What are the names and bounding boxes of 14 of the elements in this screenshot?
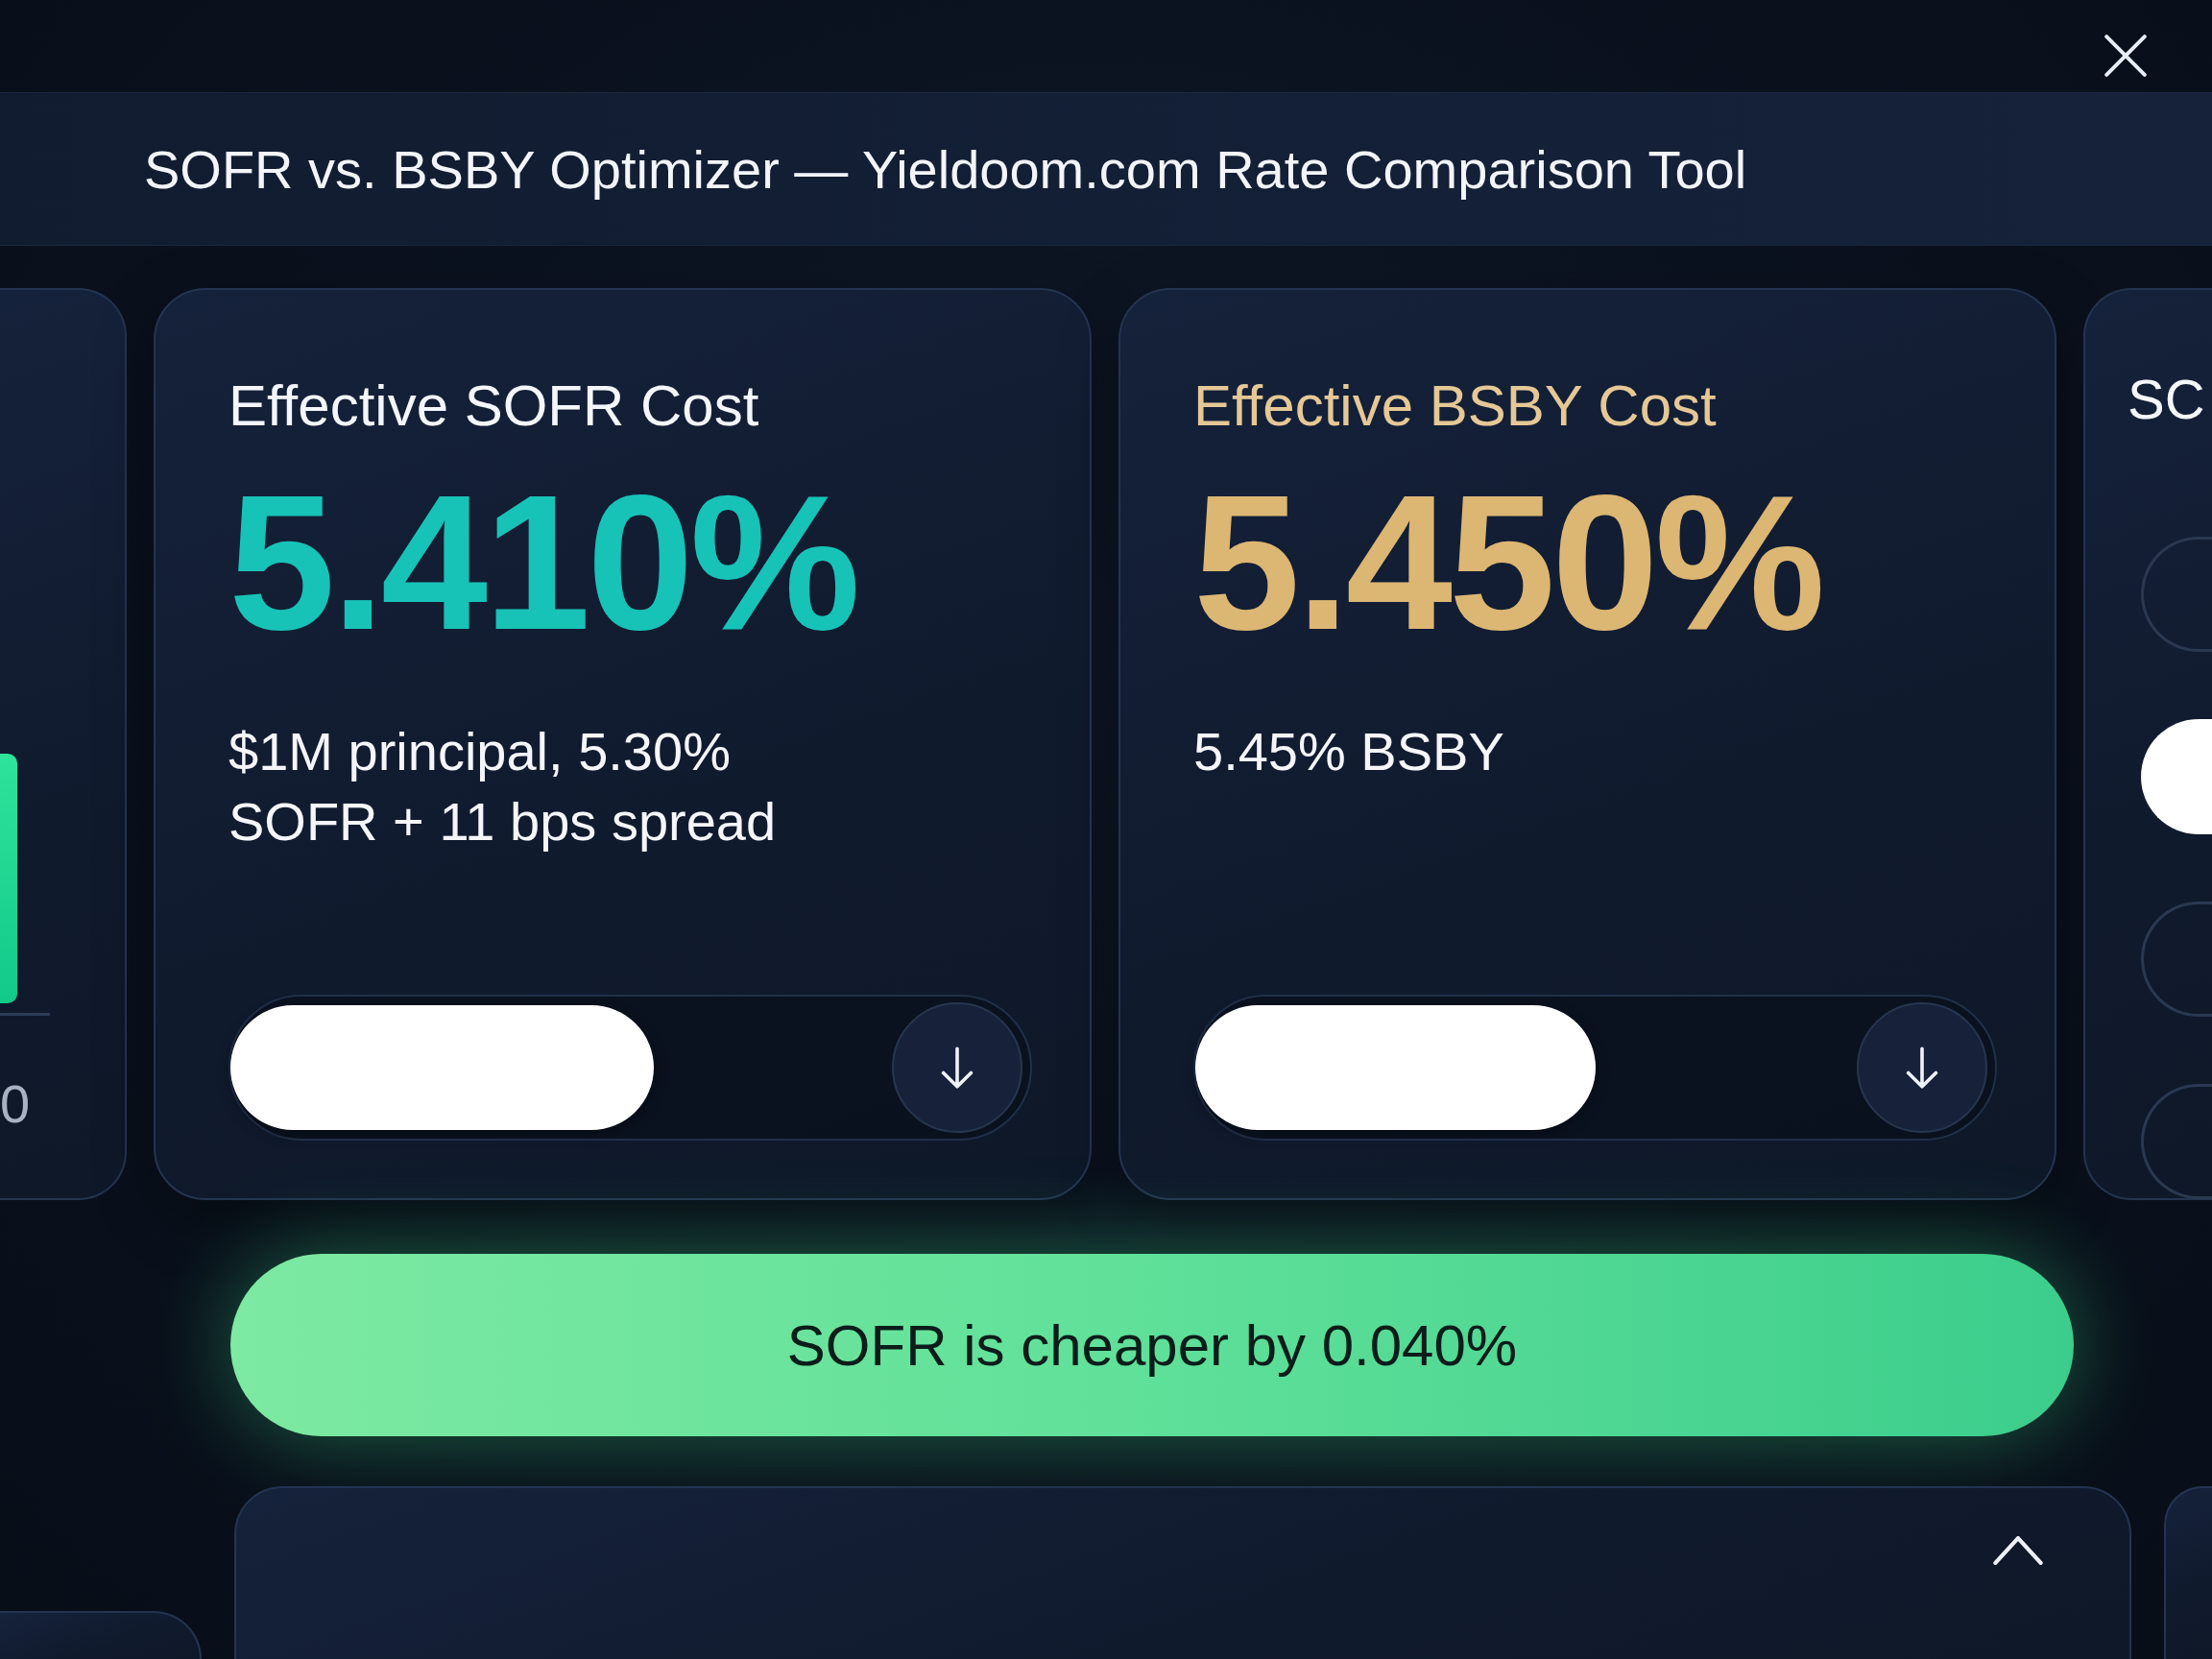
rate-value: 5.450%: [1193, 462, 1822, 663]
arrow-down-icon: [940, 1046, 974, 1089]
card-title: Effective BSBY Cost: [1193, 373, 1718, 439]
rate-description: $1M principal, 5.30% SOFR + 11 bps spread: [228, 720, 778, 854]
axis-label: 0: [0, 1077, 31, 1131]
result-banner: SOFR is cheaper by 0.040%: [230, 1254, 2074, 1436]
close-icon: [2104, 35, 2147, 77]
card-title: SC: [2128, 367, 2206, 431]
rate-description: 5.45% BSBY: [1193, 720, 1505, 783]
chevron-up-icon[interactable]: [1993, 1536, 2043, 1565]
window-title: SOFR vs. BSBY Optimizer — Yieldoom.com Rate Comparison Tool: [144, 137, 1747, 201]
rate-value: 5.410%: [228, 462, 857, 663]
arrow-down-icon: [1905, 1046, 1939, 1089]
card-title: Effective SOFR Cost: [228, 373, 760, 439]
